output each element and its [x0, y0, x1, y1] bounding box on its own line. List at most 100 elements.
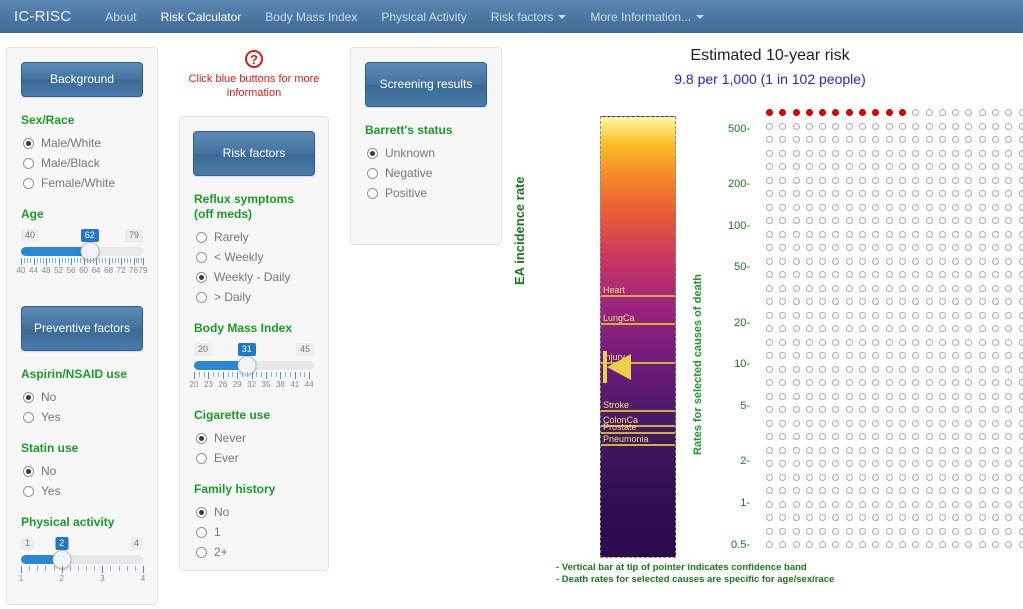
sex-race-option-male-white[interactable]: Male/White: [23, 135, 157, 151]
radio-icon[interactable]: [196, 232, 207, 243]
radio-icon[interactable]: [196, 292, 207, 303]
sex-race-option-male-black[interactable]: Male/Black: [23, 155, 157, 171]
cigarette-option-ever[interactable]: Ever: [196, 450, 328, 466]
radio-icon[interactable]: [196, 507, 207, 518]
nav-item-body-mass-index[interactable]: Body Mass Index: [253, 0, 369, 33]
dot-grid-row: [766, 460, 1023, 474]
reflux-option-weekly-daily[interactable]: Weekly - Daily: [196, 269, 328, 285]
dot-empty: [832, 163, 839, 170]
chart-y-tick: 20-: [676, 317, 750, 329]
radio-icon[interactable]: [367, 148, 378, 159]
dot-empty: [1019, 231, 1023, 238]
dot-empty: [859, 123, 866, 130]
navbar: IC-RISC AboutRisk CalculatorBody Mass In…: [0, 0, 1023, 33]
radio-icon[interactable]: [196, 453, 207, 464]
physical-activity-slider-min-label: 1: [21, 537, 34, 550]
radio-icon[interactable]: [23, 392, 34, 403]
dot-empty: [1019, 501, 1023, 508]
dot-empty: [1019, 528, 1023, 535]
chart-y-tick: 10-: [676, 358, 750, 370]
age-slider-track[interactable]: [21, 247, 143, 256]
radio-label: Rarely: [214, 229, 249, 245]
dot-empty: [912, 163, 919, 170]
dot-empty: [1019, 123, 1023, 130]
dot-empty: [793, 487, 800, 494]
sex-race-option-female-white[interactable]: Female/White: [23, 175, 157, 191]
reflux-option--daily[interactable]: > Daily: [196, 289, 328, 305]
dot-empty: [832, 258, 839, 265]
aspirin-option-no[interactable]: No: [23, 389, 157, 405]
aspirin-option-yes[interactable]: Yes: [23, 409, 157, 425]
dot-empty: [965, 514, 972, 521]
chart-y-tick: 2-: [676, 455, 750, 467]
age-slider[interactable]: 4062794044485256606468727679: [21, 229, 143, 278]
dot-empty: [793, 433, 800, 440]
radio-icon[interactable]: [23, 138, 34, 149]
radio-icon[interactable]: [196, 272, 207, 283]
family-history-option-1[interactable]: 1: [196, 524, 328, 540]
nav-item-more-information[interactable]: More Information...: [578, 0, 716, 33]
brand-logo[interactable]: IC-RISC: [14, 8, 71, 25]
radio-icon[interactable]: [196, 547, 207, 558]
dot-empty: [846, 501, 853, 508]
tick-label: 20: [190, 380, 199, 389]
chart-y-tick: 50-: [676, 261, 750, 273]
dot-empty: [965, 258, 972, 265]
radio-icon[interactable]: [367, 168, 378, 179]
radio-icon[interactable]: [196, 433, 207, 444]
tick-minor: [300, 372, 301, 377]
dot-empty: [766, 501, 773, 508]
reflux-option-rarely[interactable]: Rarely: [196, 229, 328, 245]
tick-minor: [256, 372, 257, 377]
dot-empty: [952, 298, 959, 305]
dot-empty: [779, 325, 786, 332]
background-button[interactable]: Background: [21, 62, 143, 97]
dot-empty: [979, 501, 986, 508]
statin-option-no[interactable]: No: [23, 463, 157, 479]
dot-grid-row: [766, 352, 1023, 366]
radio-icon[interactable]: [196, 527, 207, 538]
tick-minor: [90, 258, 91, 263]
age-slider-tick-labels: 4044485256606468727679: [21, 266, 143, 278]
dot-empty: [819, 420, 826, 427]
dot-empty: [899, 460, 906, 467]
nav-item-about[interactable]: About: [93, 0, 148, 33]
dot-empty: [832, 312, 839, 319]
radio-icon[interactable]: [367, 188, 378, 199]
dot-empty: [819, 271, 826, 278]
question-circle-icon[interactable]: ?: [245, 50, 263, 68]
preventive-factors-button[interactable]: Preventive factors: [21, 306, 143, 351]
barrett-option-unknown[interactable]: Unknown: [367, 145, 501, 161]
cigarette-option-never[interactable]: Never: [196, 430, 328, 446]
tick-minor: [213, 372, 214, 377]
radio-icon[interactable]: [23, 178, 34, 189]
risk-factors-button[interactable]: Risk factors: [193, 131, 315, 176]
reflux-option--weekly[interactable]: < Weekly: [196, 249, 328, 265]
tick-minor: [37, 566, 38, 571]
nav-item-risk-factors[interactable]: Risk factors: [479, 0, 579, 33]
radio-icon[interactable]: [196, 252, 207, 263]
radio-icon[interactable]: [23, 412, 34, 423]
family-history-option-no[interactable]: No: [196, 504, 328, 520]
dot-empty: [1019, 325, 1023, 332]
dot-empty: [872, 177, 879, 184]
physical-activity-slider-track[interactable]: [21, 555, 143, 564]
radio-icon[interactable]: [23, 486, 34, 497]
chevron-down-icon: [696, 15, 704, 19]
bmi-slider[interactable]: 203145202326293235384144: [194, 343, 314, 392]
barrett-option-positive[interactable]: Positive: [367, 185, 501, 201]
nav-item-risk-calculator[interactable]: Risk Calculator: [149, 0, 254, 33]
tick-minor: [70, 566, 71, 571]
nav-item-physical-activity[interactable]: Physical Activity: [369, 0, 478, 33]
barrett-option-negative[interactable]: Negative: [367, 165, 501, 181]
radio-icon[interactable]: [23, 158, 34, 169]
dot-empty: [926, 501, 933, 508]
statin-option-yes[interactable]: Yes: [23, 483, 157, 499]
bmi-slider-track[interactable]: [194, 361, 314, 370]
dot-empty: [939, 406, 946, 413]
physical-activity-slider[interactable]: 1241234: [21, 537, 143, 586]
family-history-option-2[interactable]: 2+: [196, 544, 328, 560]
radio-icon[interactable]: [23, 466, 34, 477]
screening-results-button[interactable]: Screening results: [365, 62, 487, 107]
dot-empty: [979, 487, 986, 494]
